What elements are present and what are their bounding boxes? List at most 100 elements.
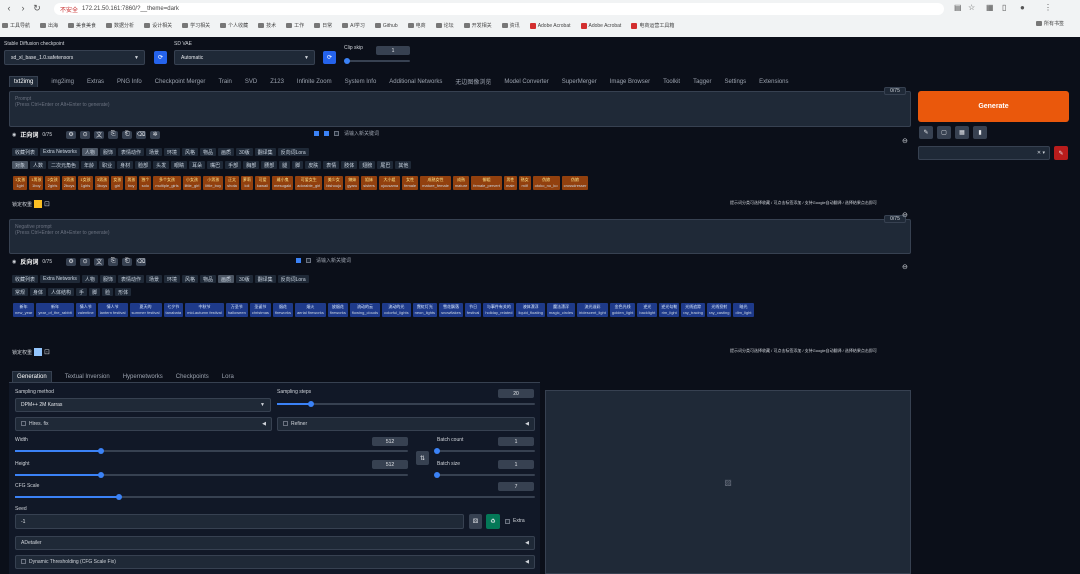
- category-tab[interactable]: 风格: [182, 275, 199, 283]
- bookmark-item[interactable]: 数据分析: [106, 20, 134, 31]
- translate-icon[interactable]: 文: [94, 257, 105, 266]
- category-tab[interactable]: 环境: [163, 275, 180, 283]
- category-tab[interactable]: 人体结构: [48, 288, 75, 296]
- tab-2[interactable]: Extras: [87, 79, 104, 85]
- tab-15[interactable]: Toolkit: [663, 79, 680, 85]
- keyword-chip[interactable]: 独个 solo: [139, 176, 152, 190]
- paste-icon[interactable]: ⎗: [122, 257, 133, 266]
- keyword-chip[interactable]: 可爱女生 adorable_girl: [295, 176, 323, 190]
- keyword-chip[interactable]: 御姐 female_pervert: [471, 176, 502, 190]
- category-tab[interactable]: 脸部: [135, 161, 152, 169]
- keyword-chip[interactable]: 逆光勾勒 rim_light: [659, 303, 680, 317]
- keyword-chip[interactable]: 中秋节 mid-autumn festival: [185, 303, 224, 317]
- batch-size-slider[interactable]: [434, 472, 535, 478]
- copy-icon[interactable]: ⎘: [108, 257, 119, 266]
- save-style-button[interactable]: ▮: [973, 126, 987, 139]
- translate-icon[interactable]: 文: [94, 130, 105, 139]
- reuse-seed-button[interactable]: ♻: [486, 514, 500, 529]
- category-tab[interactable]: 脸: [102, 288, 114, 296]
- delete-icon[interactable]: ⌫: [136, 257, 147, 266]
- keyword-chip[interactable]: 雪花飘落 snowflakes: [439, 303, 463, 317]
- cfg-scale-input[interactable]: 7: [498, 482, 534, 491]
- bookmark-item[interactable]: 设计相关: [144, 20, 172, 31]
- category-tab[interactable]: 翻译集: [254, 148, 276, 156]
- checkbox[interactable]: [296, 258, 301, 263]
- keyword-chip[interactable]: 圣诞节 christmas: [249, 303, 271, 317]
- category-tab[interactable]: 眼睛: [171, 161, 188, 169]
- history-icon[interactable]: ⊙: [80, 130, 91, 139]
- category-tab[interactable]: 人数: [30, 161, 47, 169]
- checkbox[interactable]: [334, 131, 339, 136]
- category-tab[interactable]: 嘴巴: [207, 161, 224, 169]
- keyword-chip[interactable]: 2女孩 2girls: [45, 176, 60, 190]
- vae-dropdown[interactable]: Automatic ▼: [174, 50, 315, 65]
- batch-count-slider[interactable]: [434, 448, 535, 454]
- category-tab[interactable]: 职业: [99, 161, 116, 169]
- refiner-checkbox[interactable]: [283, 420, 288, 426]
- category-tab[interactable]: 对象: [12, 161, 29, 169]
- collapse-circle-icon[interactable]: ⊖: [902, 137, 908, 145]
- keyword-chip[interactable]: 烟火 aerial fireworks: [294, 303, 326, 317]
- category-tab[interactable]: 物品: [200, 275, 217, 283]
- tab-8[interactable]: Infinite Zoom: [297, 79, 332, 85]
- bookmark-item[interactable]: 日常: [314, 20, 332, 31]
- keyword-chip[interactable]: 辣妹 gyaru: [345, 176, 360, 190]
- address-bar[interactable]: 不安全 172.21.50.161:7860/?__theme=dark: [54, 3, 944, 15]
- checkbox[interactable]: [306, 258, 311, 263]
- category-tab[interactable]: 收藏列表: [12, 148, 39, 156]
- keyword-chip[interactable]: 1女孩 1girls: [78, 176, 93, 190]
- lock-checkbox[interactable]: [34, 200, 43, 208]
- category-tab[interactable]: 反向词Lora: [277, 148, 309, 156]
- all-bookmarks[interactable]: 所有书签: [1036, 20, 1064, 27]
- bookmark-item[interactable]: 学习相关: [182, 20, 210, 31]
- keyword-chip[interactable]: 节日 festival: [464, 303, 482, 317]
- collapse-icon[interactable]: ◉: [12, 259, 16, 265]
- category-tab[interactable]: Extra Networks: [40, 148, 80, 156]
- checkbox[interactable]: [324, 131, 329, 136]
- keyword-chip[interactable]: 金色光线 golden_light: [609, 303, 636, 317]
- height-input[interactable]: 512: [372, 460, 408, 469]
- category-tab[interactable]: 表情动作: [117, 275, 144, 283]
- keyword-chip[interactable]: 2男孩 2boys: [61, 176, 77, 190]
- prompt-textarea[interactable]: Prompt (Press Ctrl+Enter or Alt+Enter to…: [9, 91, 911, 127]
- hires-fix-accordion[interactable]: Hires. fix ◀: [15, 417, 272, 431]
- keyword-chip[interactable]: 情人节 lantern festival: [97, 303, 128, 317]
- category-tab[interactable]: 30版: [236, 148, 253, 156]
- sidebar-icon[interactable]: ▯: [1002, 3, 1006, 12]
- keyword-chip[interactable]: 七夕节 tanabata: [163, 303, 184, 317]
- keyword-chip[interactable]: 光线投射 ray_casting: [707, 303, 732, 317]
- category-tab[interactable]: 常规: [12, 288, 29, 296]
- back-icon[interactable]: ‹: [2, 3, 16, 13]
- category-tab[interactable]: 身体: [30, 288, 47, 296]
- category-tab[interactable]: 物品: [200, 148, 217, 156]
- url-text[interactable]: 172.21.50.161:7860/?__theme=dark: [82, 6, 179, 12]
- generation-tab-4[interactable]: Lora: [222, 374, 234, 380]
- category-tab[interactable]: 脚: [89, 288, 101, 296]
- paste-button[interactable]: ✎: [919, 126, 933, 139]
- category-tab[interactable]: 30版: [236, 275, 253, 283]
- category-tab[interactable]: 服饰: [99, 275, 116, 283]
- settings-icon[interactable]: ⚙: [66, 257, 77, 266]
- category-tab[interactable]: 反向词Lora: [277, 275, 309, 283]
- keyword-chip[interactable]: 男孩 boy: [125, 176, 138, 190]
- keyword-chip[interactable]: 1女孩 1girl: [13, 176, 28, 190]
- category-tab[interactable]: 胸部: [243, 161, 260, 169]
- bookmark-item[interactable]: Github: [374, 20, 398, 31]
- keyword-chip[interactable]: 熟女 milf: [518, 176, 531, 190]
- keyword-chip[interactable]: 烟花 fireworks: [272, 303, 293, 317]
- keyword-chip[interactable]: 萝莉 loli: [240, 176, 253, 190]
- category-tab[interactable]: 手部: [225, 161, 242, 169]
- keyword-chip[interactable]: 美少女 bishoujo: [324, 176, 344, 190]
- extensions-icon[interactable]: ▦: [986, 3, 994, 12]
- tab-12[interactable]: Model Converter: [504, 79, 548, 85]
- generation-tab-1[interactable]: Textual Inversion: [65, 374, 110, 380]
- bookmark-item[interactable]: Adobe Acrobat: [580, 20, 621, 31]
- keyword-chip[interactable]: 女孩 girl: [111, 176, 124, 190]
- hires-fix-checkbox[interactable]: [21, 420, 26, 426]
- styles-button[interactable]: ▦: [955, 126, 969, 139]
- tab-4[interactable]: Checkpoint Merger: [155, 79, 206, 85]
- keyword-chip[interactable]: 大小姐 ojousama: [378, 176, 401, 190]
- bookmark-item[interactable]: 技术: [258, 20, 276, 31]
- reload-icon[interactable]: ↻: [30, 3, 44, 14]
- category-tab[interactable]: 服饰: [99, 148, 116, 156]
